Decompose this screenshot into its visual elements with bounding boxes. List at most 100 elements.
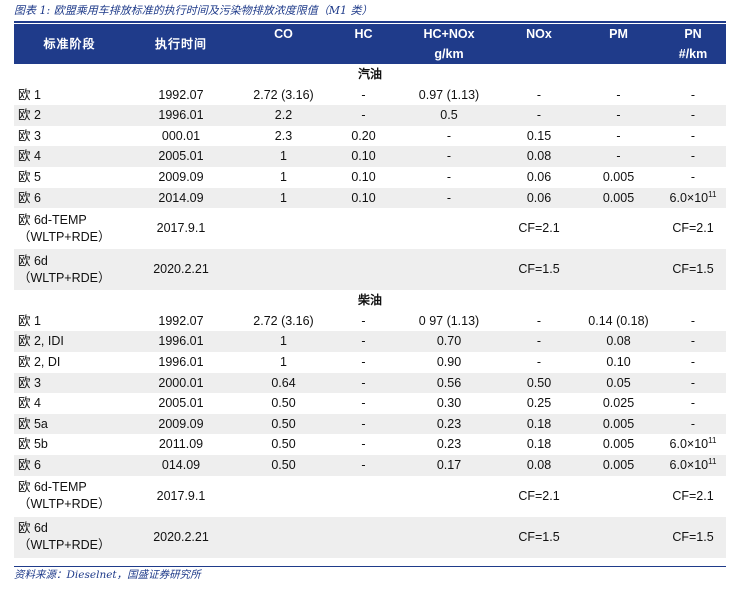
cell-hcnox: 0.17: [397, 454, 501, 476]
cell-pn: -: [690, 128, 696, 143]
stage-line-2: （WLTP+RDE）: [18, 538, 111, 552]
cell-hc: 0.10: [351, 169, 376, 184]
table-row: 欧 3 000.01 2.3 0.20 - 0.15 - -: [14, 126, 726, 147]
stage-line-2: （WLTP+RDE）: [18, 497, 111, 511]
emission-standards-table: 标准阶段 执行时间 CO HC HC+NOx NOx PM PN g/km #/…: [14, 24, 726, 558]
cell-pm: 0.005: [577, 454, 660, 476]
cell-hc: 0.10: [330, 146, 397, 167]
cell-date: 2020.2.21: [125, 249, 237, 291]
cell-hc: 0.20: [351, 128, 376, 143]
cell-co: 1: [237, 187, 330, 209]
cell-hc: -: [330, 331, 397, 352]
section-row: 柴油: [14, 290, 726, 311]
cell-hc: [330, 249, 397, 291]
cell-hcnox: [397, 249, 501, 291]
table-row: 欧 6d-TEMP （WLTP+RDE） 2017.9.1 CF=2.1 CF=2.1: [14, 208, 726, 249]
header-co: CO: [237, 24, 330, 45]
cell-pm: -: [577, 105, 660, 126]
cell-stage: 欧 3: [14, 372, 125, 394]
cell-stage: 欧 2, DI: [18, 354, 61, 369]
cell-hcnox: 0 97 (1.13): [418, 313, 480, 328]
table-body: 汽油欧 1 1992.07 2.72 (3.16) -0.97 (1.13) - - - 欧 …: [14, 64, 726, 558]
cell-pn: -: [660, 105, 726, 126]
cell-co: 0.50: [271, 437, 296, 452]
cell-stage: 欧 5b: [18, 437, 48, 452]
cell-pn: -: [660, 413, 726, 435]
cell-nox: -: [501, 331, 577, 352]
cell-pn: 6.0×1011: [660, 454, 726, 476]
cell-stage: 欧 2: [14, 105, 125, 126]
header-nox: NOx: [501, 24, 577, 45]
cell-pm: 0.10: [606, 354, 631, 369]
cell-pm: 0.005: [577, 413, 660, 435]
cell-co: 0.64: [237, 372, 330, 394]
cell-date: 1996.01: [158, 354, 204, 369]
cell-date: 1992.07: [158, 87, 204, 102]
cell-pm: -: [577, 146, 660, 167]
section-label: 柴油: [357, 293, 382, 308]
table-row: 欧 2, DI 1996.01 1 - 0.90 - 0.10 -: [14, 352, 726, 373]
cell-co: 1: [280, 354, 287, 369]
cell-nox: 0.08: [501, 146, 577, 167]
cell-hcnox: -: [446, 169, 452, 184]
cell-hcnox: [397, 516, 501, 558]
cell-pm: [577, 249, 660, 291]
cell-stage: 欧 6d-TEMP （WLTP+RDE）: [14, 476, 125, 517]
cell-date: 2009.09: [125, 413, 237, 435]
cell-pn: CF=2.1: [672, 221, 714, 236]
cell-co: 2.2: [237, 105, 330, 126]
table-row: 欧 3 2000.01 0.64-0.56 0.50 0.05-: [14, 372, 726, 394]
cell-stage: 欧 6d （WLTP+RDE）: [14, 249, 125, 291]
cell-hc: -: [330, 454, 397, 476]
pn-base: 6.0×10: [669, 437, 709, 452]
cell-nox: 0.06: [526, 169, 552, 184]
cell-pn: -: [660, 331, 726, 352]
table-row: 欧 4 2005.01 1 0.10-0.08- -: [14, 146, 726, 167]
header-pm: PM: [577, 24, 660, 45]
section-label: 汽油: [357, 67, 382, 81]
cell-date: 1996.01: [125, 105, 237, 126]
pn-exponent: 11: [708, 456, 717, 466]
cell-co: [237, 249, 330, 291]
header-stage: 标准阶段: [14, 24, 125, 64]
cell-hc: [330, 208, 397, 249]
cell-pn: -: [690, 87, 696, 102]
cell-hcnox: -: [446, 128, 452, 143]
header-unit: g/km: [397, 45, 501, 64]
cell-hcnox: 0.56: [397, 372, 501, 394]
cell-nox: CF=1.5: [501, 516, 577, 558]
cell-pm: [577, 516, 660, 558]
stage-line-1: 欧 6d: [18, 521, 48, 535]
source-note: 资料来源：Dieselnet，国盛证券研究所: [14, 569, 201, 581]
cell-pn: -: [690, 313, 696, 328]
cell-nox: -: [536, 87, 542, 102]
cell-nox: 0.50: [501, 372, 577, 394]
cell-stage: 欧 4: [18, 396, 41, 411]
cell-hc: -: [330, 372, 397, 394]
pn-base: 6.0×10: [669, 457, 709, 472]
cell-date: 2005.01: [125, 146, 237, 167]
cell-stage: 欧 5: [18, 169, 41, 184]
cell-pm: 0.08: [577, 331, 660, 352]
cell-hcnox: 0.90: [436, 354, 462, 369]
cell-hcnox: -: [397, 146, 501, 167]
table-row: 欧 6 2014.09 1 0.10-0.06 0.005 6.0×1011: [14, 187, 726, 209]
cell-pm: -: [616, 87, 621, 102]
header-date: 执行时间: [125, 24, 237, 64]
cell-stage: 欧 5a: [14, 413, 125, 435]
cell-hc: -: [330, 105, 397, 126]
cell-pn: -: [690, 396, 696, 411]
cell-nox: -: [536, 354, 542, 369]
footer-rule: [14, 566, 726, 567]
cell-nox: 0.18: [526, 437, 552, 452]
header-pn-unit: #/km: [660, 45, 726, 64]
pn-exponent: 11: [708, 189, 717, 199]
cell-hc: -: [361, 313, 366, 328]
cell-pm: [577, 476, 660, 517]
cell-hcnox: 0.30: [436, 396, 462, 411]
cell-nox: 0.18: [501, 413, 577, 435]
cell-date: 014.09: [125, 454, 237, 476]
cell-stage: 欧 6: [14, 454, 125, 476]
cell-pm: 0.14 (0.18): [588, 313, 649, 328]
cell-stage: 欧 3: [18, 128, 41, 143]
